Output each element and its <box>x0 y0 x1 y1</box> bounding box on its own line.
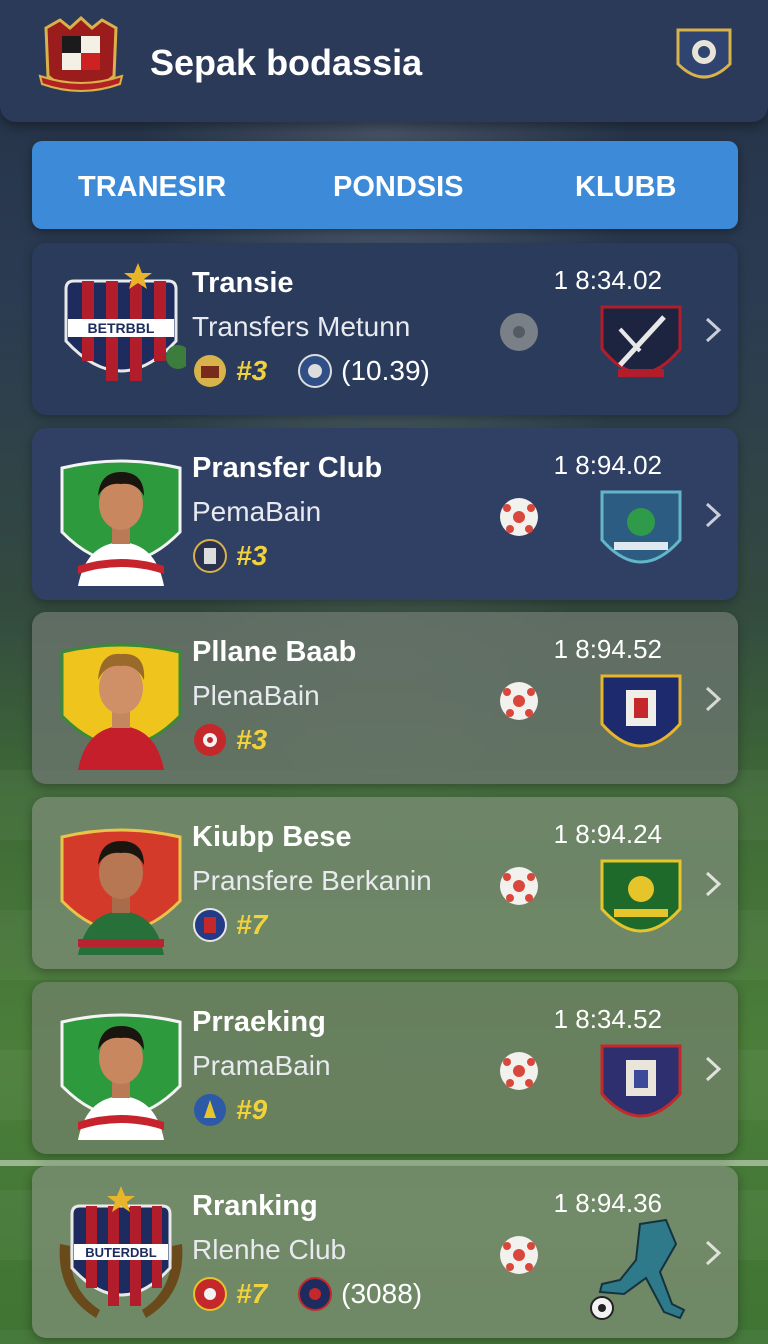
crest-text: BUTERDBL <box>85 1245 157 1260</box>
tab-bar: TRANESIR PONDSIS KLUBB <box>32 141 738 229</box>
club-crest-icon: BUTERDBL <box>59 1186 183 1318</box>
football-icon <box>500 498 538 536</box>
football-icon <box>500 1236 538 1274</box>
opponent-crest-icon <box>600 490 682 564</box>
player-avatar-icon <box>60 828 182 955</box>
league-icon <box>298 354 333 388</box>
player-avatar-icon <box>60 643 182 770</box>
rank-value: #7 <box>236 909 268 940</box>
tab-tranesir[interactable]: TRANESIR <box>78 171 226 204</box>
item-subtitle: Transfers Metunn <box>192 311 411 342</box>
football-icon <box>500 313 538 351</box>
chevron-right-icon[interactable] <box>702 315 724 345</box>
app-title: Sepak bodassia <box>150 42 423 83</box>
football-icon <box>500 682 538 720</box>
rank-value: #7 <box>236 1278 268 1309</box>
opponent-crest-icon <box>600 674 682 748</box>
item-time: 1 8:94.52 <box>553 634 662 664</box>
app-logo-icon <box>38 16 124 92</box>
item-time: 1 8:94.02 <box>553 450 662 480</box>
football-icon <box>500 1052 538 1090</box>
item-name: Rranking <box>192 1190 318 1222</box>
club-mini-icon <box>194 724 226 756</box>
list-item[interactable]: BUTERDBL Rranking Rlenhe Club #7 (3088) … <box>32 1166 738 1338</box>
list-item[interactable]: Pllane Baab PlenaBain #3 1 8:94.52 <box>32 612 738 784</box>
chevron-right-icon[interactable] <box>702 500 724 530</box>
item-subtitle: Rlenhe Club <box>192 1234 347 1265</box>
club-mini-icon <box>193 1277 227 1311</box>
list-item[interactable]: Pransfer Club PemaBain #3 1 8:94.02 <box>32 428 738 600</box>
player-avatar-icon <box>60 1013 182 1140</box>
item-stats: #3 <box>192 722 289 758</box>
player-avatar-icon <box>60 459 182 586</box>
list-item[interactable]: Prraeking PramaBain #9 1 8:34.52 <box>32 982 738 1154</box>
chevron-right-icon[interactable] <box>702 869 724 899</box>
item-stats: #7 <box>192 907 289 943</box>
club-mini-icon <box>193 908 227 942</box>
item-name: Transie <box>192 267 294 299</box>
list-item[interactable]: Kiubp Bese Pransfere Berkanin #7 1 8:94.… <box>32 797 738 969</box>
chevron-right-icon[interactable] <box>702 1054 724 1084</box>
club-crest-icon: BETRBBL <box>64 263 186 381</box>
football-icon <box>500 867 538 905</box>
crest-text: BETRBBL <box>88 320 155 336</box>
rank-value: #3 <box>236 540 268 571</box>
points-value: (10.39) <box>341 355 430 386</box>
opponent-crest-icon <box>600 1044 682 1118</box>
item-stats: #3 <box>192 538 289 574</box>
opponent-crest-icon <box>600 305 682 377</box>
club-mini-icon <box>194 1094 226 1126</box>
stadium-icon <box>194 355 226 387</box>
league-icon <box>298 1277 333 1311</box>
rank-value: #3 <box>236 724 268 755</box>
item-name: Prraeking <box>192 1006 326 1038</box>
item-subtitle: PramaBain <box>192 1050 331 1081</box>
item-name: Pllane Baab <box>192 636 357 668</box>
item-stats: #3 (10.39) <box>192 353 430 389</box>
club-badge-icon[interactable] <box>672 24 736 92</box>
item-subtitle: PlenaBain <box>192 680 320 711</box>
club-mini-icon <box>193 539 227 573</box>
item-stats: #7 (3088) <box>192 1276 422 1312</box>
list-item[interactable]: BETRBBL Transie Transfers Metunn #3 (10.… <box>32 243 738 415</box>
chevron-right-icon[interactable] <box>702 684 724 714</box>
item-name: Kiubp Bese <box>192 821 352 853</box>
tab-klubb[interactable]: KLUBB <box>575 171 677 204</box>
rank-value: #9 <box>236 1094 268 1125</box>
item-stats: #9 <box>192 1092 289 1128</box>
item-subtitle: Pransfere Berkanin <box>192 865 432 896</box>
tab-pondsis[interactable]: PONDSIS <box>333 171 464 204</box>
app-header: Sepak bodassia <box>0 0 768 122</box>
rank-value: #3 <box>236 355 268 386</box>
item-time: 1 8:34.02 <box>553 265 662 295</box>
item-time: 1 8:94.24 <box>553 819 662 849</box>
item-subtitle: PemaBain <box>192 496 322 527</box>
item-time: 1 8:34.52 <box>553 1004 662 1034</box>
item-name: Pransfer Club <box>192 452 383 484</box>
chevron-right-icon[interactable] <box>702 1238 724 1268</box>
goalkeeper-icon <box>590 1218 686 1320</box>
points-value: (3088) <box>341 1278 423 1309</box>
opponent-crest-icon <box>600 859 682 933</box>
